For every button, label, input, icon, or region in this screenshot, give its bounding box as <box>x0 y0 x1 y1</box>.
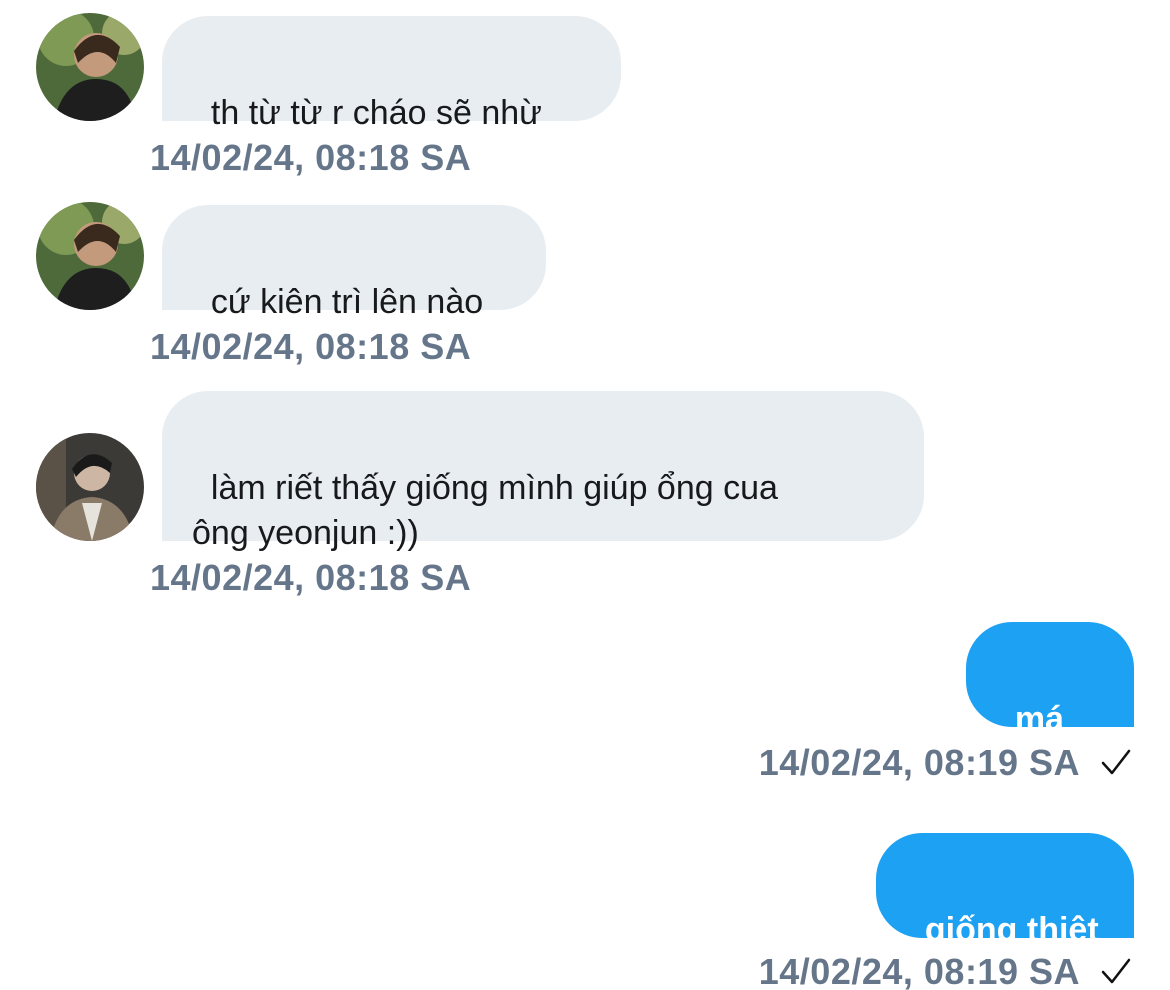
avatar-photo-icon <box>36 433 144 541</box>
message-timestamp-row: 14/02/24, 08:19 SA <box>759 951 1134 990</box>
message-bubble-outgoing[interactable]: giống thiệt <box>876 833 1134 949</box>
message-bubble-outgoing[interactable]: má :)) <box>966 622 1134 783</box>
avatar[interactable] <box>36 13 144 121</box>
message-text: cứ kiên trì lên nào <box>210 283 484 321</box>
message-text: th từ từ r cháo sẽ nhừ <box>210 94 542 132</box>
message-bubble-incoming[interactable]: th từ từ r cháo sẽ nhừ <box>162 16 621 132</box>
avatar[interactable] <box>36 433 144 541</box>
checkmark-icon <box>1101 749 1131 775</box>
message-timestamp: 14/02/24, 08:18 SA <box>150 326 472 367</box>
avatar-photo-icon <box>36 13 144 121</box>
message-bubble-incoming[interactable]: cứ kiên trì lên nào <box>162 205 546 321</box>
message-timestamp-row: 14/02/24, 08:19 SA <box>759 742 1134 784</box>
message-text: giống thiệt <box>924 911 1099 949</box>
avatar[interactable] <box>36 202 144 310</box>
message-timestamp: 14/02/24, 08:18 SA <box>150 557 472 598</box>
message-timestamp: 14/02/24, 08:18 SA <box>150 137 472 178</box>
message-text: làm riết thấy giống mình giúp ổng cua ôn… <box>192 469 778 552</box>
message-timestamp: 14/02/24, 08:19 SA <box>758 742 1080 783</box>
checkmark-icon <box>1101 958 1131 984</box>
message-bubble-incoming[interactable]: làm riết thấy giống mình giúp ổng cua ôn… <box>162 391 924 552</box>
avatar-photo-icon <box>36 202 144 310</box>
message-timestamp: 14/02/24, 08:19 SA <box>758 951 1080 990</box>
